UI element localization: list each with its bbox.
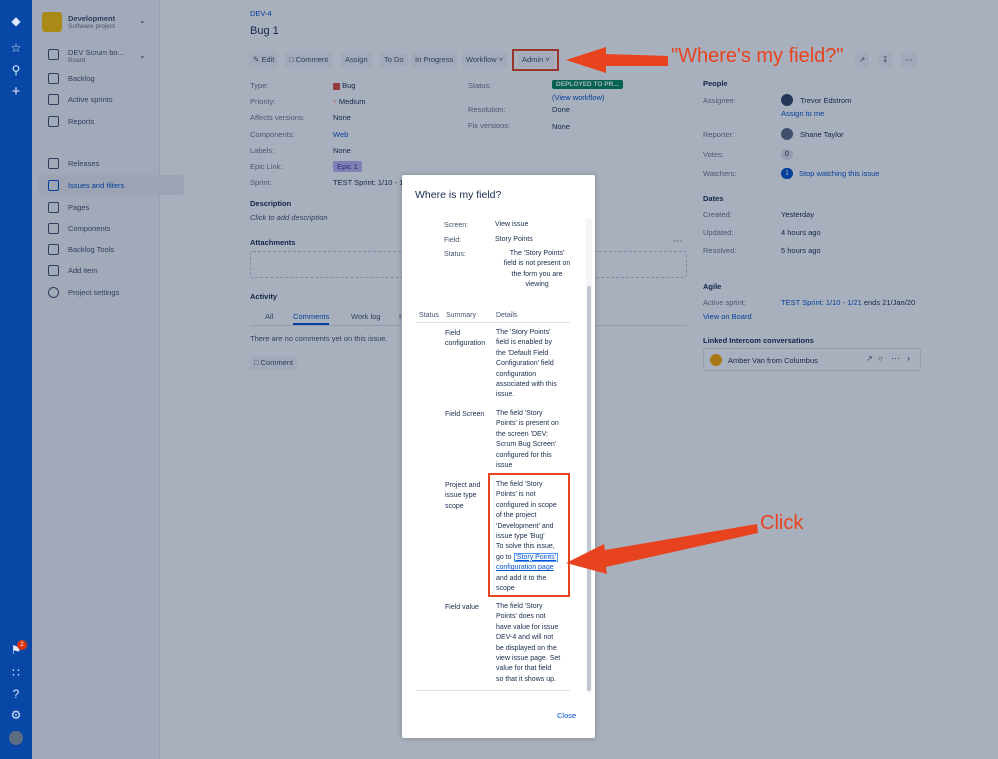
where-annotation-text: "Where's my field?" bbox=[671, 45, 844, 67]
arrow-left-icon bbox=[566, 47, 668, 73]
arrow-left-icon bbox=[566, 524, 758, 574]
click-annotation-text: Click bbox=[760, 512, 804, 534]
annotation-layer bbox=[566, 47, 758, 574]
